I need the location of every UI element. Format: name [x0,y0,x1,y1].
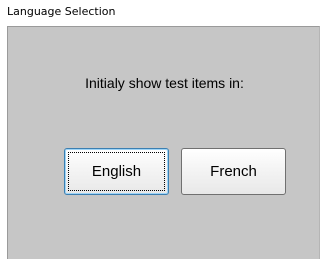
language-selection-window: Language Selection Initialy show test it… [0,0,327,259]
french-button[interactable]: French [181,148,286,195]
dialog-content: Initialy show test items in: English Fre… [7,26,320,259]
title-bar[interactable]: Language Selection [0,0,327,26]
english-button[interactable]: English [64,148,169,195]
english-button-label: English [91,163,142,180]
window-title: Language Selection [7,5,116,18]
prompt-label: Initialy show test items in: [85,75,244,91]
french-button-label: French [210,163,257,180]
